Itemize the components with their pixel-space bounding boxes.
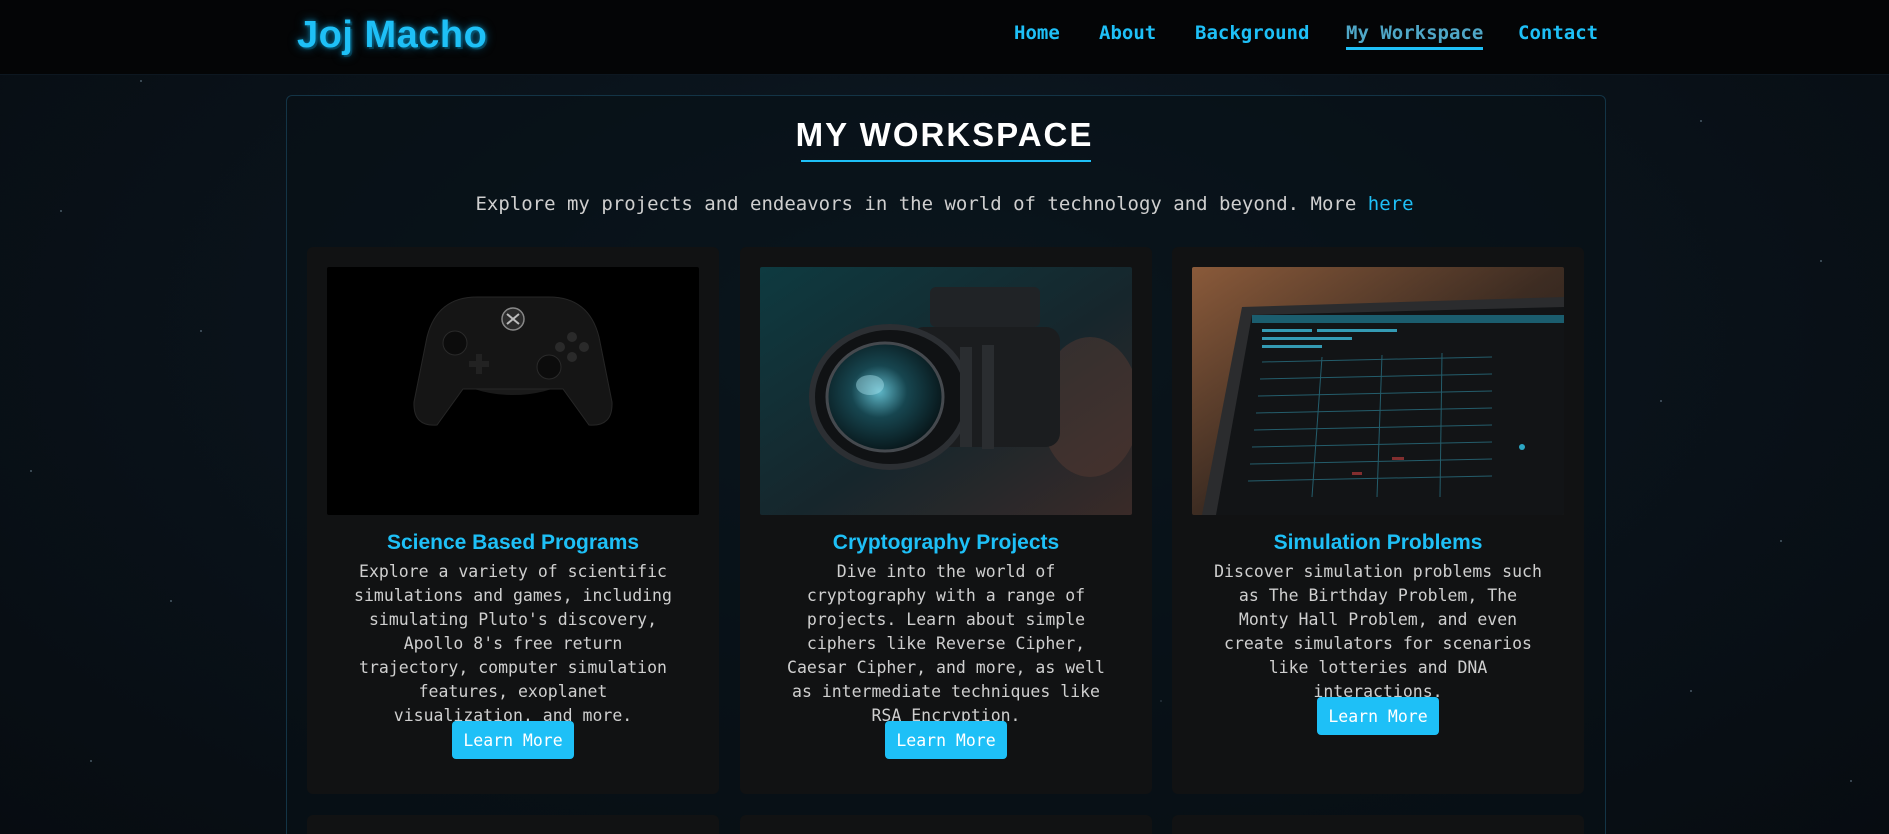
intro-here-link[interactable]: here bbox=[1368, 193, 1414, 215]
learn-more-button[interactable]: Learn More bbox=[885, 721, 1007, 759]
project-card-science: Science Based Programs Explore a variety… bbox=[307, 247, 719, 794]
project-card-partial bbox=[307, 815, 719, 834]
project-card-partial bbox=[740, 815, 1152, 834]
top-navbar: Joj Macho Home About Background My Works… bbox=[0, 0, 1889, 75]
card-title: Cryptography Projects bbox=[832, 531, 1060, 554]
nav-about[interactable]: About bbox=[1099, 22, 1156, 44]
project-card-partial bbox=[1172, 815, 1584, 834]
title-underline bbox=[801, 160, 1091, 162]
game-controller-image bbox=[327, 267, 699, 515]
intro-text: Explore my projects and endeavors in the… bbox=[0, 193, 1889, 215]
nav-my-workspace[interactable]: My Workspace bbox=[1346, 22, 1484, 50]
camera-lens-image bbox=[760, 267, 1132, 515]
card-title: Simulation Problems bbox=[1273, 531, 1483, 554]
learn-more-button[interactable]: Learn More bbox=[1317, 697, 1439, 735]
learn-more-button[interactable]: Learn More bbox=[452, 721, 574, 759]
nav-contact[interactable]: Contact bbox=[1518, 22, 1598, 44]
nav-home[interactable]: Home bbox=[1014, 22, 1060, 44]
intro-text-body: Explore my projects and endeavors in the… bbox=[475, 193, 1357, 215]
site-logo[interactable]: Joj Macho bbox=[297, 14, 487, 57]
card-description: Explore a variety of scientific simulati… bbox=[354, 562, 672, 725]
card-description: Discover simulation problems such as The… bbox=[1214, 562, 1542, 701]
page-title: MY WORKSPACE bbox=[795, 116, 1094, 153]
laptop-code-image bbox=[1192, 267, 1564, 515]
project-card-cryptography: Cryptography Projects Dive into the worl… bbox=[740, 247, 1152, 794]
card-title: Science Based Programs bbox=[386, 531, 640, 554]
project-card-simulation: Simulation Problems Discover simulation … bbox=[1172, 247, 1584, 794]
nav-background[interactable]: Background bbox=[1195, 22, 1309, 44]
card-description: Dive into the world of cryptography with… bbox=[787, 562, 1105, 725]
